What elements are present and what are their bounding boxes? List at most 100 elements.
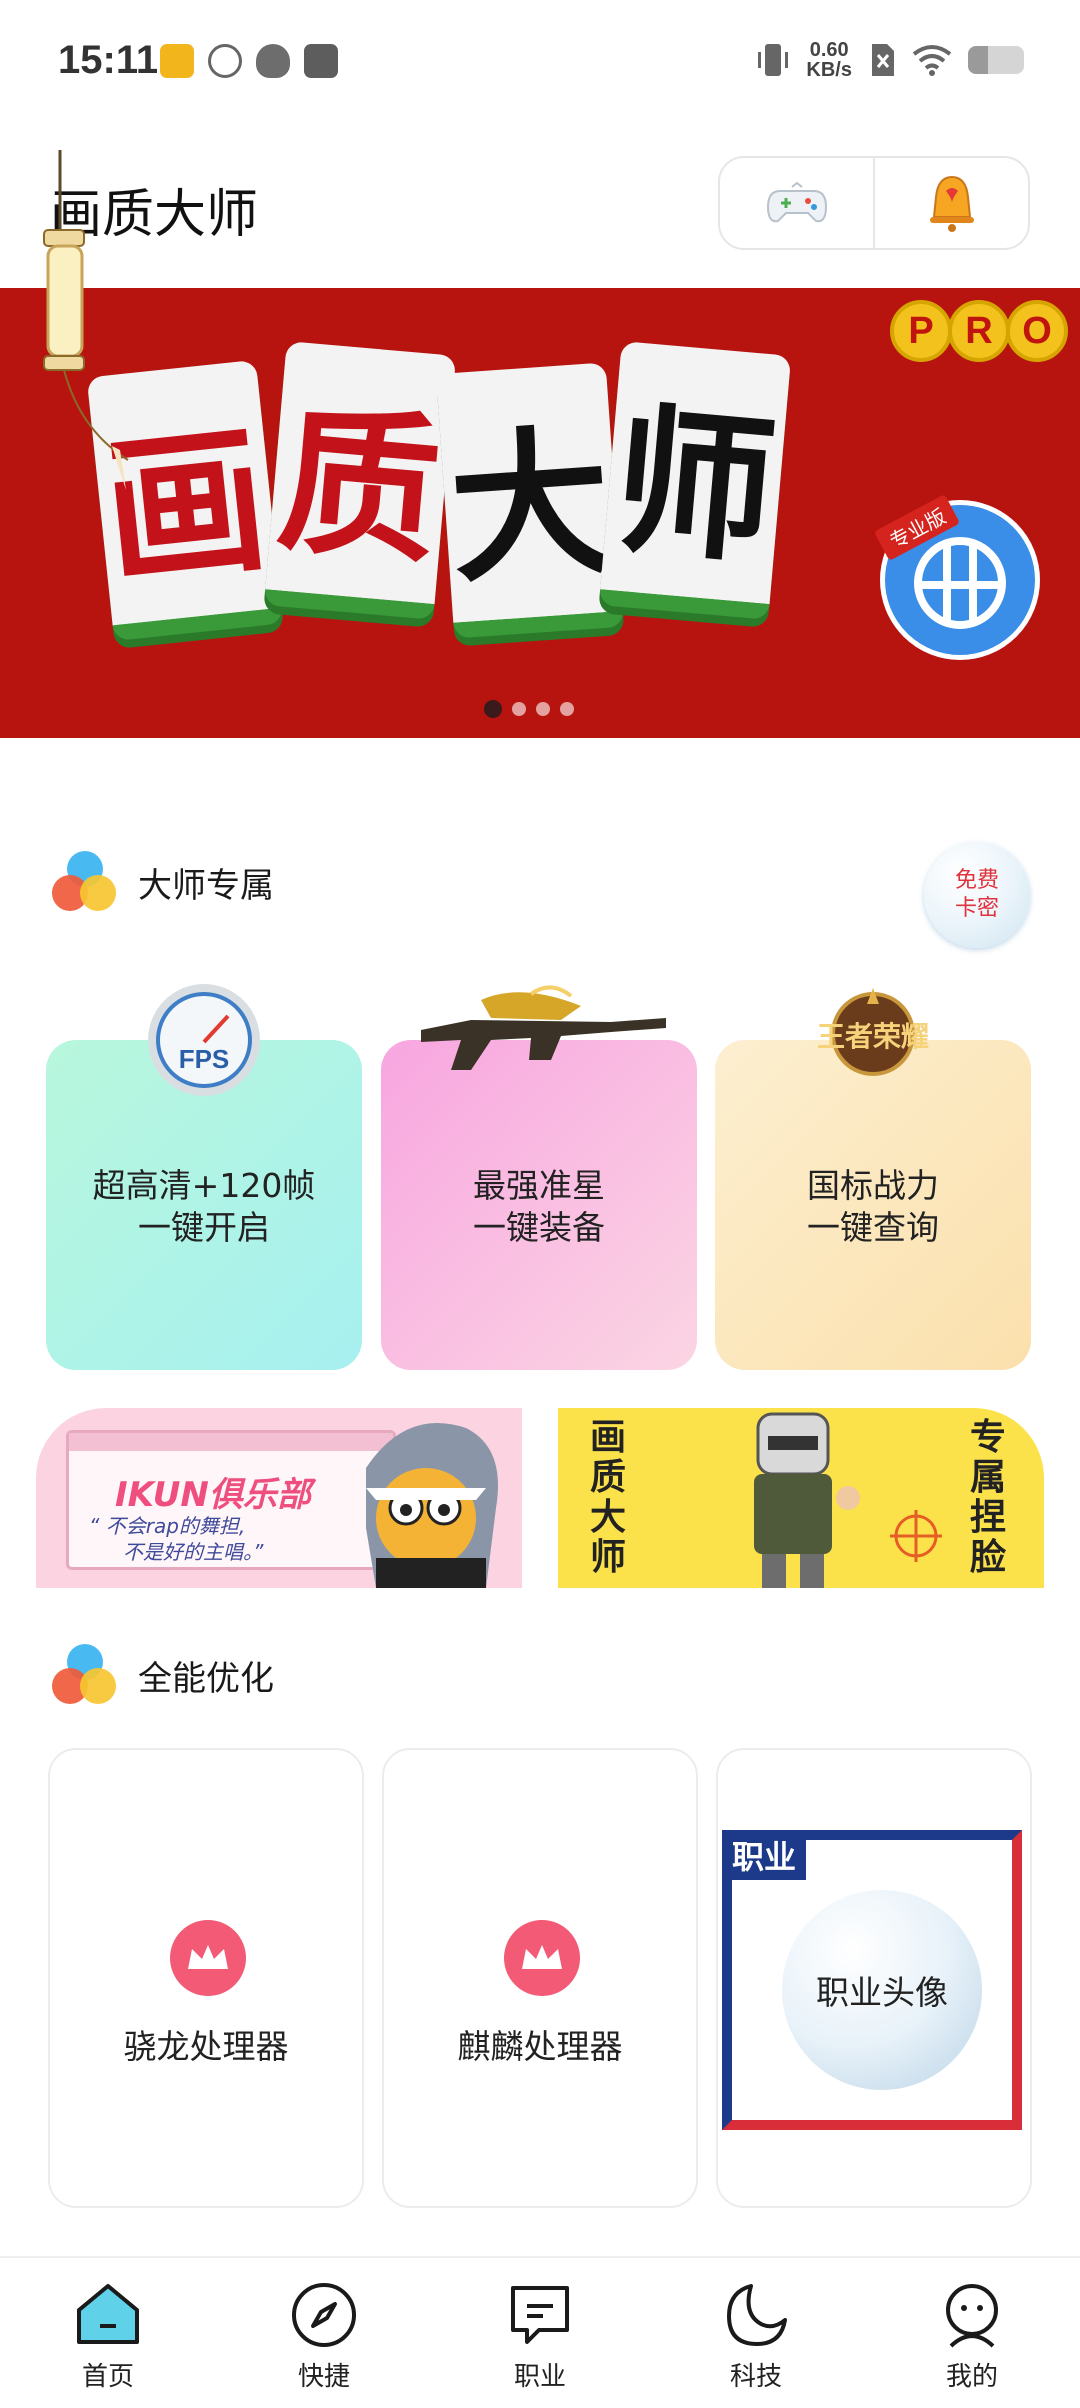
honor-of-kings-logo: 王者荣耀 [817,988,929,1076]
free-card-key-button[interactable]: 免费 卡密 [924,842,1030,948]
pro-badge-letter: R [948,300,1010,362]
lantern-decoration [43,150,129,490]
nav-label: 科技 [729,2362,782,2392]
feature-card-line1: 最强准星 [473,1166,605,1205]
nav-label: 我的 [945,2362,998,2392]
pro-badge: P R O [890,300,1068,362]
feature-card-text: 超高清+120帧 一键开启 [46,1165,362,1249]
network-speed-unit: KB/s [806,59,852,81]
free-card-label: 卡密 [954,896,999,921]
promo-banner-carousel[interactable]: 画 质 大 师 P R O 专业版 [0,288,1080,738]
processor-label: 骁龙处理器 [123,2027,289,2066]
promo-ikun-club[interactable]: IKUN俱乐部 “ 不会rap的舞担, 不是好的主唱。” [36,1408,522,1588]
feature-card-line2: 一键开启 [138,1208,270,1247]
nav-item-shortcut[interactable]: 快捷 [216,2258,432,2408]
system-indicators: 0.60 KB/s [756,40,1024,80]
nav-label: 职业 [513,2362,566,2392]
banner-tile: 质 [263,341,457,620]
processor-label: 麒麟处理器 [457,2027,623,2066]
home-icon [77,2284,139,2344]
gamepad-icon [766,181,827,223]
promo-ikun-quote: “ 不会rap的舞担, 不是好的主唱。” [89,1513,263,1565]
carousel-dot[interactable] [536,702,550,716]
crown-icon [522,1945,562,1969]
snapdragon-processor-card[interactable]: 骁龙处理器 [48,1748,364,2208]
vibrate-icon [758,44,789,76]
status-bar: 15:11 0.60 KB/s [0,0,1080,130]
shark-mascot-icon [366,1423,498,1588]
promo-face-custom[interactable]: 画质大师 专属捏脸 [558,1408,1044,1588]
section-logo-icon [50,1640,120,1710]
section-header-optimize: 全能优化 [50,1640,274,1710]
network-speed-value: 0.60 [809,39,849,61]
feature-card-crosshair[interactable]: 最强准星 一键装备 [381,985,697,1370]
promo-ikun-quote-line: 不是好的主唱。” [123,1540,264,1564]
kirin-processor-card[interactable]: 麒麟处理器 [382,1748,698,2208]
profile-icon [946,2284,998,2348]
status-time: 15:11 [58,38,159,82]
processor-icon [170,1920,246,1996]
pro-avatar-label: 职业头像 [782,1890,982,2090]
section-header-exclusive: 大师专属 [50,847,274,917]
free-card-label: 免费 [954,868,999,893]
rifle-icon [421,985,666,1070]
pro-avatar-card[interactable]: 职业 职业头像 [716,1748,1032,2208]
banner-tile: 大 [435,362,625,639]
pro-avatar-frame: 职业 职业头像 [722,1830,1022,2130]
nav-item-home[interactable]: 首页 [0,2258,216,2408]
feature-card-line1: 国标战力 [807,1166,939,1205]
promo-face-left-text: 画质大师 [590,1417,627,1578]
crosshair-icon [890,1510,942,1562]
pro-badge-letter: P [890,300,952,362]
section-title: 全能优化 [138,1658,274,1699]
message-icon [511,2286,569,2344]
feature-card-text: 最强准星 一键装备 [381,1165,697,1249]
battery-fill [968,46,988,74]
carousel-dot[interactable] [512,702,526,716]
processor-icon [504,1920,580,1996]
nav-item-career[interactable]: 职业 [432,2258,648,2408]
section-logo-icon [50,847,120,917]
game-mode-button[interactable] [720,158,873,248]
feature-card-hd-fps[interactable]: FPS 超高清+120帧 一键开启 [46,984,362,1370]
carousel-dot[interactable] [484,700,502,718]
nav-label: 首页 [81,2362,134,2392]
promo-face-right-text: 专属捏脸 [970,1417,1007,1578]
nav-label: 快捷 [297,2362,350,2392]
feature-card-text: 国标战力 一键查询 [715,1165,1031,1249]
soldier-figure-icon [754,1412,860,1588]
nav-item-mine[interactable]: 我的 [864,2258,1080,2408]
crown-icon [188,1945,228,1969]
feature-card-line2: 一键装备 [473,1208,605,1247]
promo-ikun-title: IKUN俱乐部 [115,1475,311,1515]
honor-of-kings-text: 王者荣耀 [817,1020,929,1053]
notification-button[interactable] [873,158,1028,248]
carousel-indicator [484,700,574,718]
feature-card-line1: 超高清+120帧 [92,1166,316,1205]
cat-app-icon [256,44,290,78]
feature-card-power-rank[interactable]: 王者荣耀 国标战力 一键查询 [715,988,1031,1370]
pro-seal-logo: 专业版 [873,494,1040,660]
news-app-icon [160,44,194,78]
banner-tile: 师 [598,341,792,620]
no-sim-icon [872,44,894,76]
fps-gauge-text: FPS [179,1044,230,1074]
leaf-app-icon [208,44,242,78]
moon-icon [727,2284,787,2346]
bottom-nav: 首页 快捷 职业 科技 我的 [0,2256,1080,2408]
inbox-app-icon [304,44,338,78]
section-title: 大师专属 [138,865,274,906]
bell-icon [929,175,974,232]
network-speed: 0.60 KB/s [806,40,852,80]
carousel-dot[interactable] [560,702,574,716]
header-actions [718,156,1030,250]
pro-badge-letter: O [1006,300,1068,362]
promo-ikun-quote-line: “ 不会rap的舞担, [89,1514,246,1538]
nav-item-tech[interactable]: 科技 [648,2258,864,2408]
seal-emblem-icon [914,537,1006,629]
notification-icons [160,44,338,78]
fps-gauge-icon: FPS [148,984,260,1096]
compass-icon [292,2283,356,2347]
wifi-icon [912,45,952,76]
feature-card-line2: 一键查询 [807,1208,939,1247]
